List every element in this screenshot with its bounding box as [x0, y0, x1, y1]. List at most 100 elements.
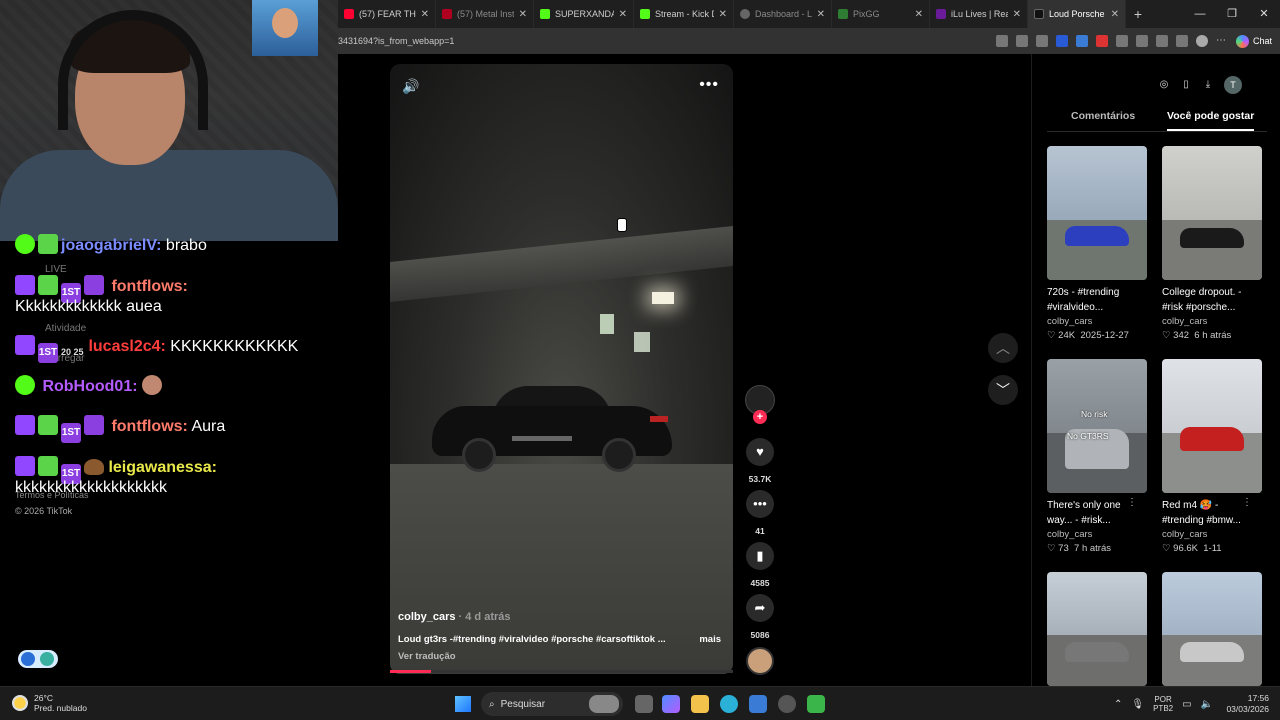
first-badge-icon: 1ST [61, 423, 81, 443]
install-app-icon[interactable] [995, 35, 1008, 47]
chat-message: 1ST 20 25 lucasl2c4: KKKKKKKKKKKK [15, 335, 298, 367]
card-author[interactable]: colby_cars [1162, 316, 1262, 327]
thumbnail-caption: No risk [1081, 409, 1108, 419]
profile-avatar[interactable] [1195, 35, 1208, 47]
sound-disc-avatar[interactable] [746, 647, 774, 675]
close-tab-icon[interactable]: ✕ [619, 9, 627, 20]
chat-message: kkkkkkkkkkkkkkkkkkk [15, 478, 167, 497]
globe-favicon-icon [740, 9, 750, 19]
close-tab-icon[interactable]: ✕ [519, 9, 527, 20]
close-window-icon[interactable]: ✕ [1248, 0, 1280, 28]
card-author[interactable]: colby_cars [1162, 529, 1262, 540]
clock-date: 03/03/2026 [1226, 704, 1269, 714]
video-player[interactable]: 🔊 ••• colby_cars · 4 d atrás Loud gt3rs … [390, 64, 733, 674]
browser-tab[interactable]: (57) FEAR THE CL ✕ [338, 0, 436, 28]
close-tab-icon[interactable]: ✕ [1013, 9, 1021, 20]
speaker-icon[interactable]: 🔈 [1201, 699, 1213, 710]
close-tab-icon[interactable]: ✕ [719, 9, 727, 20]
previous-video-chevron-up-icon[interactable]: ︿ [988, 333, 1018, 363]
recommended-video-card[interactable]: No risk No GT3RS There's only one way... … [1047, 359, 1147, 554]
keyboard-language[interactable]: POR PTB2 [1153, 695, 1173, 713]
star-icon[interactable] [1015, 35, 1028, 47]
edge-browser-icon[interactable] [720, 695, 738, 713]
youtube-favicon-icon [344, 9, 354, 19]
browser-tab[interactable]: (57) Metal Instru ✕ [436, 0, 534, 28]
volume-icon[interactable]: 🔊 [402, 78, 419, 95]
like-heart-icon[interactable]: ♥ [746, 438, 774, 466]
card-author[interactable]: colby_cars [1047, 529, 1147, 540]
bookmark-icon[interactable]: ▮ [746, 542, 774, 570]
collections-icon[interactable] [1155, 35, 1168, 47]
more-description-link[interactable]: mais [699, 634, 721, 645]
play-icon [21, 652, 35, 666]
recommended-video-card[interactable] [1162, 572, 1262, 686]
copilot-app-icon[interactable] [662, 695, 680, 713]
browser-tab[interactable]: SUPERXANDAO S ✕ [534, 0, 634, 28]
close-tab-icon[interactable]: ✕ [817, 9, 825, 20]
maximize-icon[interactable]: ❐ [1216, 0, 1248, 28]
comment-icon[interactable]: ••• [746, 490, 774, 518]
close-tab-icon[interactable]: ✕ [421, 9, 429, 20]
compass-icon[interactable]: ◎ [1158, 79, 1170, 91]
extension-toggle[interactable] [18, 650, 58, 668]
browser-tab[interactable]: Dashboard - Liv ✕ [734, 0, 832, 28]
extension-icon[interactable] [1035, 35, 1048, 47]
next-video-chevron-down-icon[interactable]: ﹀ [988, 375, 1018, 405]
recommended-video-card[interactable]: 720s - #trending #viralvideo... colby_ca… [1047, 146, 1147, 341]
card-more-icon[interactable]: ⋮ [1242, 497, 1280, 508]
translate-link[interactable]: Ver tradução [398, 651, 456, 662]
menu-icon[interactable]: ⋯ [1216, 35, 1228, 47]
bitwarden-icon[interactable] [1055, 35, 1068, 47]
user-avatar[interactable]: T [1224, 76, 1242, 94]
recommended-video-card[interactable]: College dropout. - #risk #porsche... col… [1162, 146, 1262, 341]
tab-you-may-like[interactable]: Você pode gostar [1167, 110, 1255, 131]
close-tab-icon[interactable]: ✕ [1111, 9, 1119, 20]
photos-app-icon[interactable] [749, 695, 767, 713]
recommended-video-card[interactable] [1047, 572, 1147, 686]
close-tab-icon[interactable]: ✕ [915, 9, 923, 20]
puzzle-icon[interactable] [1115, 35, 1128, 47]
copilot-chat-button[interactable]: Chat [1235, 34, 1272, 48]
taskbar-search[interactable]: ⌕ Pesquisar [481, 692, 623, 716]
recommended-video-card[interactable]: Red m4 🥵 - #trending #bmw... colby_cars … [1162, 359, 1262, 554]
new-tab-button[interactable]: + [1126, 6, 1150, 22]
recommendations-panel: ◎ ▯ ⤓ T Comentários Você pode gostar 720… [1031, 54, 1280, 686]
microphone-icon[interactable]: 🎙 [1131, 699, 1144, 710]
url-field[interactable]: 3431694?is_from_webapp=1 [338, 36, 996, 46]
download-icon[interactable] [1175, 35, 1188, 47]
follow-plus-icon[interactable]: + [753, 410, 767, 424]
heart-outline-icon: ♡ [1047, 330, 1059, 341]
windows-start-icon[interactable] [455, 696, 471, 712]
card-date: 6 h atrás [1194, 330, 1232, 341]
chat-message: 1ST fontflows: Aura [15, 415, 225, 443]
favorites-icon[interactable] [1135, 35, 1148, 47]
task-view-icon[interactable] [635, 695, 653, 713]
author-name[interactable]: colby_cars [398, 611, 455, 623]
monitor-icon[interactable]: ▭ [1182, 699, 1191, 710]
weather-widget[interactable]: 26°C Pred. nublado [12, 693, 87, 713]
taskbar-clock[interactable]: 17:56 03/03/2026 [1221, 693, 1269, 715]
minimize-icon[interactable]: — [1184, 0, 1216, 28]
video-author[interactable]: colby_cars · 4 d atrás [398, 611, 511, 623]
card-likes: 96.6K [1173, 543, 1198, 554]
kick-badge-icon [15, 234, 35, 254]
lang-code: POR [1154, 695, 1172, 704]
translate-icon[interactable] [1075, 35, 1088, 47]
adblock-icon[interactable] [1095, 35, 1108, 47]
video-thumbnail [1162, 146, 1262, 280]
card-author[interactable]: colby_cars [1047, 316, 1147, 327]
browser-tab-active[interactable]: Loud Porsche GT ✕ [1028, 0, 1126, 28]
more-options-icon[interactable]: ••• [699, 76, 719, 94]
share-arrow-icon[interactable]: ➦ [746, 594, 774, 622]
chevron-up-icon[interactable]: ⌃ [1114, 699, 1122, 710]
phone-icon[interactable]: ▯ [1180, 79, 1192, 91]
file-explorer-icon[interactable] [691, 695, 709, 713]
tab-comments[interactable]: Comentários [1071, 110, 1135, 122]
download-icon[interactable]: ⤓ [1202, 79, 1214, 91]
browser-tab[interactable]: Stream - Kick Da ✕ [634, 0, 734, 28]
snipping-app-icon[interactable] [807, 695, 825, 713]
browser-tab[interactable]: PixGG ✕ [832, 0, 930, 28]
browser-tab[interactable]: iLu Lives | React ✕ [930, 0, 1028, 28]
video-progress-bar[interactable] [390, 670, 733, 673]
obs-app-icon[interactable] [778, 695, 796, 713]
